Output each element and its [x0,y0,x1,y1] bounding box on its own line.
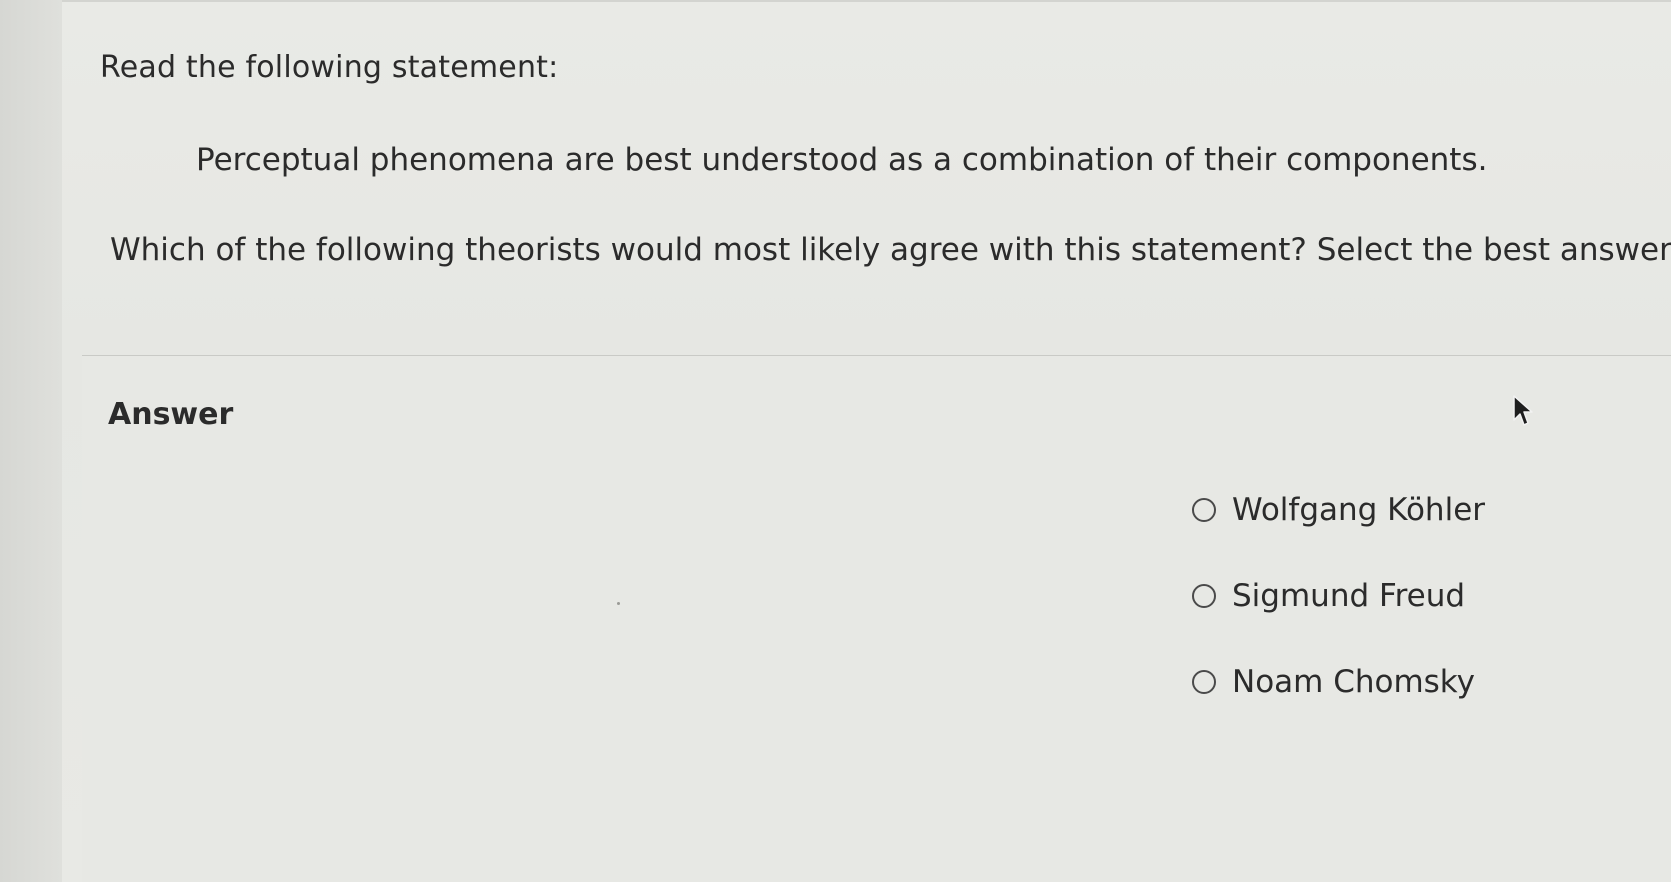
card-top-border [62,0,1671,2]
option-wolfgang-kohler[interactable]: Wolfgang Köhler [1192,492,1485,528]
option-sigmund-freud[interactable]: Sigmund Freud [1192,578,1465,614]
statement-text: Perceptual phenomena are best understood… [196,142,1488,178]
answer-heading: Answer [108,397,234,432]
option-label[interactable]: Noam Chomsky [1232,664,1475,700]
option-noam-chomsky[interactable]: Noam Chomsky [1192,664,1475,700]
radio-unselected-icon[interactable] [1192,498,1216,522]
radio-unselected-icon[interactable] [1192,670,1216,694]
question-text: Which of the following theorists would m… [110,232,1671,268]
quiz-page: Read the following statement: Perceptual… [0,0,1671,882]
option-label[interactable]: Wolfgang Köhler [1232,492,1485,528]
radio-unselected-icon[interactable] [1192,584,1216,608]
answer-section [82,356,1671,882]
left-margin [0,0,63,882]
option-label[interactable]: Sigmund Freud [1232,578,1465,614]
mouse-pointer-icon [1513,395,1533,426]
prompt-text: Read the following statement: [100,50,559,85]
section-divider [82,355,1671,356]
screen-speck [617,602,620,605]
